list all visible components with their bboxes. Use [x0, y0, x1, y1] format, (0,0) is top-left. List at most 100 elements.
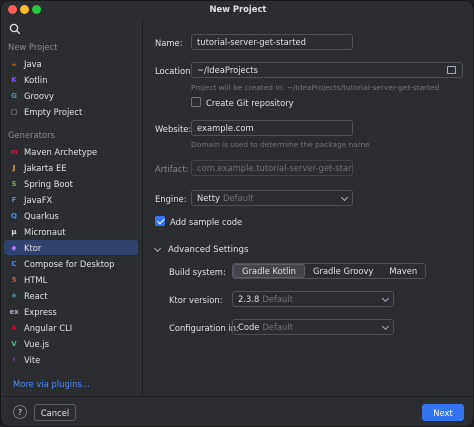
- vite-icon: ⚡: [11, 355, 17, 364]
- window-title: New Project: [209, 4, 267, 14]
- build-system-label: Build system:: [169, 267, 226, 277]
- sidebar-item-maven-archetype[interactable]: m Maven Archetype: [4, 144, 138, 159]
- artifact-label: Artifact:: [155, 164, 189, 174]
- sidebar-item-label: Empty Project: [24, 106, 83, 117]
- ktor-version-default: Default: [262, 294, 293, 304]
- sidebar-item-groovy[interactable]: G Groovy: [4, 88, 138, 103]
- create-git-label: Create Git repository: [206, 98, 294, 108]
- sidebar-item-label: Compose for Desktop: [24, 258, 115, 269]
- add-sample-label: Add sample code: [170, 217, 243, 227]
- sidebar-item-label: Vue.js: [24, 338, 49, 349]
- javafx-icon: F: [11, 195, 17, 204]
- chevron-down-icon: [381, 322, 390, 331]
- next-button[interactable]: Next: [422, 404, 464, 421]
- sidebar-item-kotlin[interactable]: K Kotlin: [4, 72, 138, 87]
- create-git-checkbox[interactable]: [191, 97, 201, 107]
- help-button[interactable]: ?: [13, 405, 27, 419]
- empty-project-icon: ▢: [10, 107, 18, 116]
- sidebar-item-label: Vite: [24, 354, 41, 365]
- sidebar-item-compose-for-desktop[interactable]: C Compose for Desktop: [4, 256, 138, 271]
- sidebar-item-label: JavaFX: [24, 194, 53, 205]
- new-project-dialog: New Project New Project ☕ Java K Kotlin G Gro…: [0, 0, 474, 427]
- sidebar-item-label: Groovy: [24, 90, 54, 101]
- location-hint: Project will be created in: ~/IdeaProjec…: [191, 83, 440, 92]
- spring-icon: S: [11, 179, 17, 188]
- sidebar-item-label: Kotlin: [24, 74, 48, 85]
- quarkus-icon: Q: [11, 211, 17, 220]
- vue-icon: V: [11, 339, 17, 348]
- sidebar-item-ktor[interactable]: ◆ Ktor: [4, 240, 138, 255]
- sidebar-item-label: HTML: [24, 274, 48, 285]
- sidebar-item-label: Express: [24, 306, 57, 317]
- location-label: Location:: [155, 66, 194, 76]
- sidebar-item-label: React: [24, 290, 48, 301]
- chevron-down-icon: [381, 294, 390, 303]
- sidebar-item-label: Jakarta EE: [24, 162, 67, 173]
- more-plugins-link[interactable]: More via plugins...: [13, 379, 90, 389]
- sidebar-item-label: Ktor: [24, 242, 42, 253]
- website-label: Website:: [155, 124, 192, 134]
- chevron-down-icon: [340, 193, 349, 202]
- sidebar-item-quarkus[interactable]: Q Quarkus: [4, 208, 138, 223]
- sidebar-item-label: Angular CLI: [24, 322, 73, 333]
- configuration-dropdown[interactable]: Code Default: [232, 319, 394, 335]
- build-option-gradle-groovy[interactable]: Gradle Groovy: [305, 264, 381, 278]
- engine-label: Engine:: [155, 194, 187, 204]
- engine-value: Netty: [197, 193, 220, 203]
- sidebar-item-empty-project[interactable]: ▢ Empty Project: [4, 104, 138, 119]
- ktor-version-dropdown[interactable]: 2.3.8 Default: [232, 291, 394, 307]
- angular-icon: A: [11, 323, 17, 332]
- sidebar-item-spring-boot[interactable]: S Spring Boot: [4, 176, 138, 191]
- micronaut-icon: μ: [11, 227, 17, 236]
- folder-icon[interactable]: [447, 66, 456, 74]
- cancel-button[interactable]: Cancel: [34, 404, 76, 421]
- sidebar-item-java[interactable]: ☕ Java: [4, 56, 138, 71]
- html-icon: 5: [11, 275, 17, 284]
- sidebar-item-express[interactable]: ex Express: [4, 304, 138, 319]
- sidebar-item-vite[interactable]: ⚡ Vite: [4, 352, 138, 367]
- engine-default: Default: [222, 193, 254, 203]
- ktor-version-label: Ktor version:: [169, 295, 223, 305]
- section-new-project: New Project: [8, 42, 58, 52]
- website-field[interactable]: example.com: [191, 120, 353, 136]
- configuration-default: Default: [262, 322, 294, 332]
- sidebar-item-angular-cli[interactable]: A Angular CLI: [4, 320, 138, 335]
- build-system-selector: Gradle Kotlin Gradle Groovy Maven: [232, 263, 427, 279]
- engine-dropdown[interactable]: Netty Default: [191, 190, 353, 206]
- configuration-value: Code: [238, 322, 260, 332]
- sidebar-item-label: Java: [24, 58, 42, 69]
- java-icon: ☕: [10, 59, 18, 68]
- advanced-settings-label: Advanced Settings: [168, 245, 249, 255]
- website-hint: Domain is used to determine the package …: [191, 140, 370, 149]
- dialog-footer: ? Cancel Next: [1, 396, 473, 426]
- search-icon[interactable]: [8, 22, 22, 36]
- sidebar-item-label: Quarkus: [24, 210, 59, 221]
- advanced-settings-toggle[interactable]: Advanced Settings: [153, 244, 249, 255]
- jakarta-icon: J: [12, 163, 16, 172]
- ktor-version-value: 2.3.8: [238, 294, 260, 304]
- sidebar-item-jakarta-ee[interactable]: J Jakarta EE: [4, 160, 138, 175]
- kotlin-icon: K: [11, 75, 17, 84]
- sidebar-item-label: Spring Boot: [24, 178, 73, 189]
- project-settings-form: Name: tutorial-server-get-started Locati…: [144, 18, 473, 396]
- title-bar: New Project: [1, 1, 473, 18]
- section-generators: Generators: [8, 130, 55, 140]
- sidebar-item-micronaut[interactable]: μ Micronaut: [4, 224, 138, 239]
- chevron-down-icon: [153, 244, 162, 253]
- artifact-field: com.example.tutorial-server-get-started: [191, 160, 353, 176]
- build-option-maven[interactable]: Maven: [381, 264, 425, 278]
- ktor-icon: ◆: [11, 243, 17, 252]
- compose-icon: C: [11, 259, 17, 268]
- location-field[interactable]: ~/IdeaProjects: [191, 62, 463, 78]
- sidebar-item-react[interactable]: ⚛ React: [4, 288, 138, 303]
- sidebar-item-vue-js[interactable]: V Vue.js: [4, 336, 138, 351]
- groovy-icon: G: [11, 91, 17, 100]
- sidebar-item-html[interactable]: 5 HTML: [4, 272, 138, 287]
- maven-icon: m: [10, 147, 18, 156]
- name-field[interactable]: tutorial-server-get-started: [191, 34, 353, 50]
- configuration-label: Configuration in:: [169, 323, 239, 333]
- sidebar: New Project ☕ Java K Kotlin G Groovy ▢ Empty Pr…: [1, 18, 143, 396]
- sidebar-item-javafx[interactable]: F JavaFX: [4, 192, 138, 207]
- add-sample-checkbox[interactable]: [155, 216, 165, 226]
- build-option-gradle-kotlin[interactable]: Gradle Kotlin: [233, 264, 305, 278]
